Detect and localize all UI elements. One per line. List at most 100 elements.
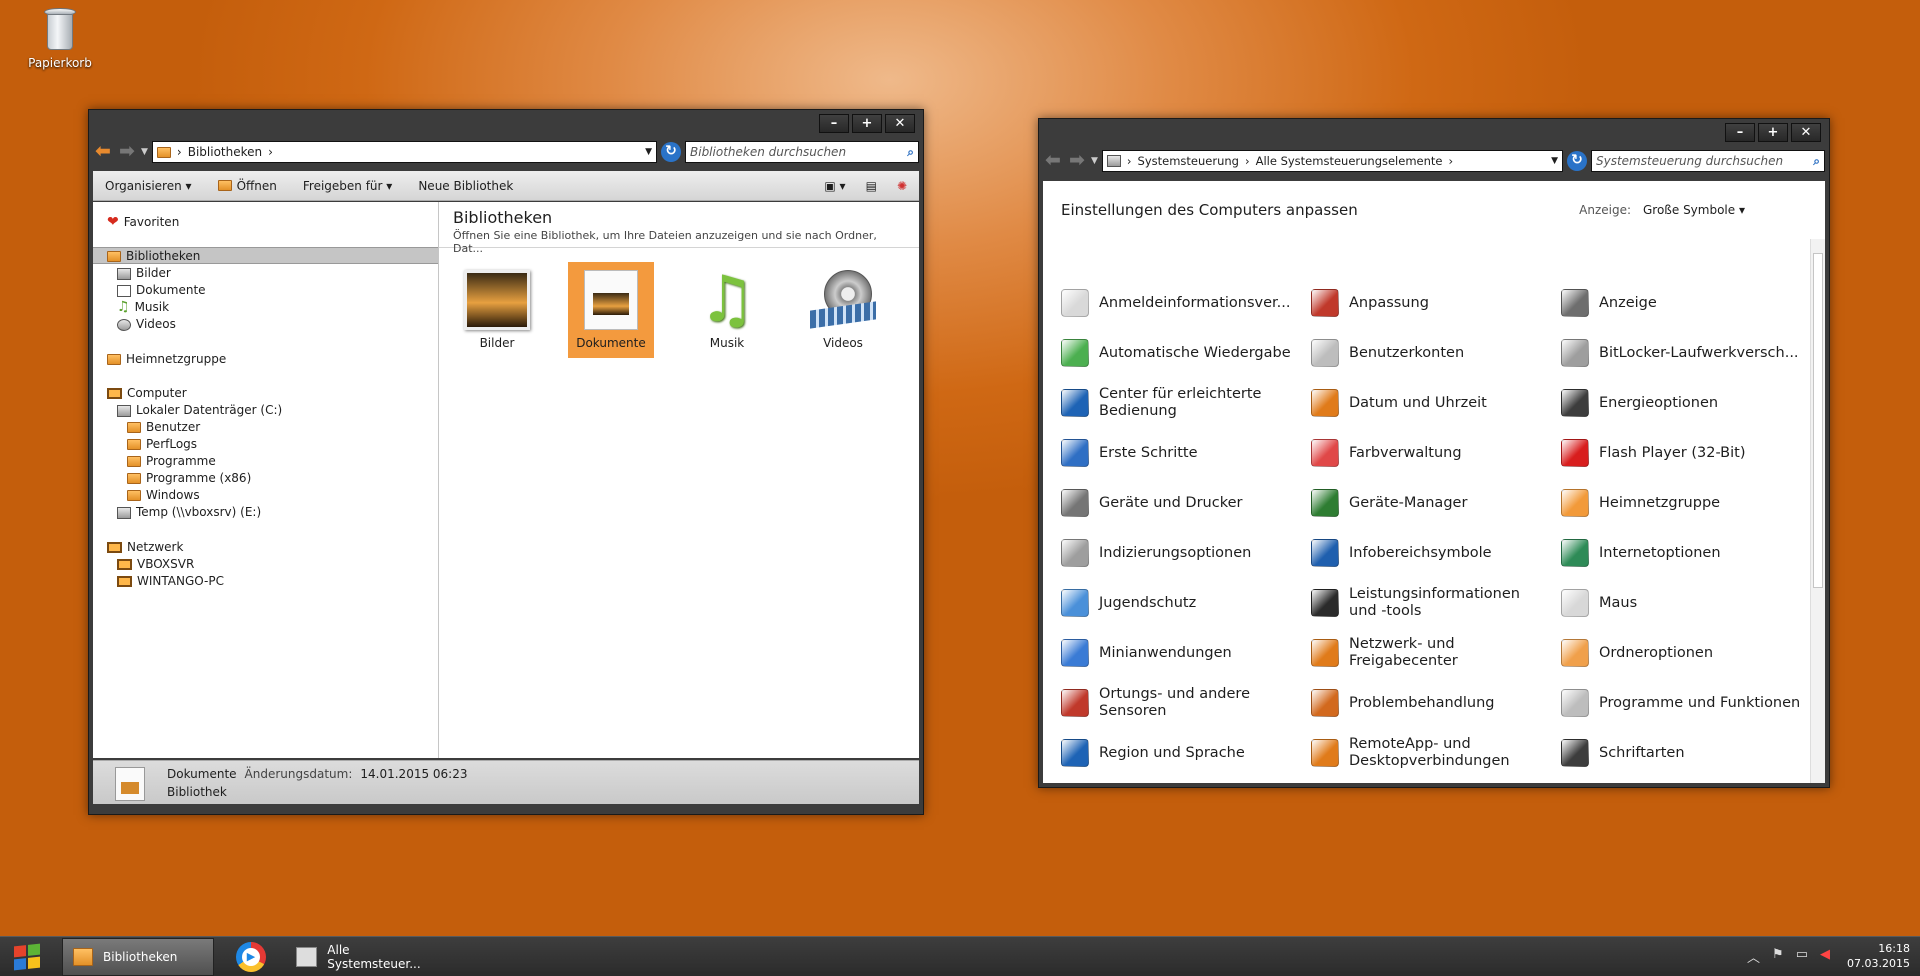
nav-computer[interactable]: Computer	[107, 385, 187, 402]
breadcrumb-separator[interactable]: ›	[1448, 154, 1453, 168]
minimize-button[interactable]: –	[1725, 123, 1755, 142]
nav-favorites[interactable]: ❤ Favoriten	[107, 214, 179, 231]
cp-item[interactable]: Programme und Funktionen	[1561, 681, 1801, 725]
view-dropdown[interactable]: Große Symbole ▾	[1643, 203, 1745, 217]
cp-item[interactable]: Center für erleichterte Bedienung	[1061, 381, 1301, 425]
cp-item[interactable]: BitLocker-Laufwerkversch...	[1561, 331, 1801, 375]
maximize-button[interactable]: +	[852, 114, 882, 133]
cp-item[interactable]: Sichern und	[1061, 781, 1301, 783]
nav-folder[interactable]: Programme (x86)	[127, 470, 251, 487]
cp-item[interactable]: Automatische Wiedergabe	[1061, 331, 1301, 375]
refresh-icon[interactable]: ↻	[1567, 151, 1587, 171]
cp-item[interactable]: Flash Player (32-Bit)	[1561, 431, 1801, 475]
address-bar[interactable]: › Systemsteuerung › Alle Systemsteuerung…	[1101, 150, 1563, 172]
cp-item[interactable]: Ortungs- und andere Sensoren	[1061, 681, 1301, 725]
cp-item[interactable]: Farbverwaltung	[1311, 431, 1551, 475]
cp-item[interactable]: Indizierungsoptionen	[1061, 531, 1301, 575]
nav-host[interactable]: VBOXSVR	[117, 556, 194, 573]
nav-local-disk[interactable]: Lokaler Datenträger (C:)	[117, 402, 282, 419]
maximize-button[interactable]: +	[1758, 123, 1788, 142]
nav-folder[interactable]: Windows	[127, 487, 200, 504]
preview-pane-icon[interactable]: ▤	[866, 179, 877, 193]
cp-item[interactable]: Geräte-Manager	[1311, 481, 1551, 525]
search-input[interactable]: Bibliotheken durchsuchen ⌕	[685, 141, 919, 163]
address-dropdown-icon[interactable]: ▼	[645, 147, 652, 157]
action-center-icon[interactable]: ⚑	[1772, 947, 1784, 966]
forward-arrow-icon[interactable]: ➡	[117, 142, 137, 162]
organize-button[interactable]: Organisieren ▾	[105, 179, 192, 193]
nav-host[interactable]: WINTANGO-PC	[117, 573, 224, 590]
nav-folder[interactable]: Programme	[127, 453, 216, 470]
cp-item[interactable]: Anpassung	[1311, 281, 1551, 325]
nav-pictures[interactable]: Bilder	[117, 265, 171, 282]
nav-documents[interactable]: Dokumente	[117, 282, 206, 299]
forward-arrow-icon[interactable]: ➡	[1067, 151, 1087, 171]
cp-item[interactable]: Minianwendungen	[1061, 631, 1301, 675]
cp-item[interactable]: Energieoptionen	[1561, 381, 1801, 425]
cp-item[interactable]: Erste Schritte	[1061, 431, 1301, 475]
start-button[interactable]	[6, 941, 50, 973]
cp-item[interactable]: Anmeldeinformationsver...	[1061, 281, 1301, 325]
cp-item[interactable]: Schriftarten	[1561, 731, 1801, 775]
cp-item[interactable]: Maus	[1561, 581, 1801, 625]
breadcrumb-libraries[interactable]: Bibliotheken	[188, 145, 262, 159]
cp-item[interactable]: Region und Sprache	[1061, 731, 1301, 775]
cp-item[interactable]: Internetoptionen	[1561, 531, 1801, 575]
recent-pages-chevron-icon[interactable]: ▼	[141, 147, 148, 157]
recycle-bin[interactable]: Papierkorb	[22, 6, 98, 70]
nav-folder[interactable]: Benutzer	[127, 419, 200, 436]
address-bar[interactable]: › Bibliotheken › ▼	[151, 141, 657, 163]
nav-network[interactable]: Netzwerk	[107, 539, 183, 556]
breadcrumb-all-items[interactable]: Alle Systemsteuerungselemente	[1256, 154, 1443, 168]
network-tray-icon[interactable]: ▭	[1796, 947, 1808, 966]
cp-item[interactable]: Datum und Uhrzeit	[1311, 381, 1551, 425]
cp-item[interactable]: Ordneroptionen	[1561, 631, 1801, 675]
nav-folder[interactable]: PerfLogs	[127, 436, 197, 453]
taskbar-button-libraries[interactable]: Bibliotheken	[62, 938, 214, 976]
cp-item[interactable]: Problembehandlung	[1311, 681, 1551, 725]
address-dropdown-icon[interactable]: ▼	[1551, 156, 1558, 166]
close-button[interactable]: ✕	[1791, 123, 1821, 142]
scrollbar-thumb[interactable]	[1813, 253, 1823, 588]
minimize-button[interactable]: –	[819, 114, 849, 133]
cp-item[interactable]: Leistungsinformationen und -tools	[1311, 581, 1551, 625]
library-music[interactable]: ♫ Musik	[684, 262, 770, 358]
search-icon[interactable]: ⌕	[1813, 154, 1820, 169]
nav-videos[interactable]: Videos	[117, 316, 176, 333]
share-button[interactable]: Freigeben für ▾	[303, 179, 392, 193]
nav-libraries[interactable]: Bibliotheken	[107, 248, 200, 265]
nav-temp-drive[interactable]: Temp (\\vboxsrv) (E:)	[117, 504, 261, 521]
clock[interactable]: 16:18 07.03.2015	[1847, 941, 1910, 971]
recent-pages-chevron-icon[interactable]: ▼	[1091, 156, 1098, 166]
cp-item[interactable]: Anzeige	[1561, 281, 1801, 325]
cp-item[interactable]: Netzwerk- und Freigabecenter	[1311, 631, 1551, 675]
cp-item[interactable]: Heimnetzgruppe	[1561, 481, 1801, 525]
breadcrumb-separator[interactable]: ›	[268, 145, 273, 159]
search-input[interactable]: Systemsteuerung durchsuchen ⌕	[1591, 150, 1825, 172]
open-button[interactable]: Öffnen	[217, 179, 277, 193]
view-options-icon[interactable]: ▣ ▾	[824, 179, 845, 193]
volume-muted-icon[interactable]: ◀	[1820, 947, 1830, 966]
new-library-button[interactable]: Neue Bibliothek	[418, 179, 513, 193]
nav-music[interactable]: ♫ Musik	[117, 299, 169, 316]
search-icon[interactable]: ⌕	[907, 145, 914, 160]
back-arrow-icon[interactable]: ⬅	[93, 142, 113, 162]
back-arrow-icon[interactable]: ⬅	[1043, 151, 1063, 171]
library-videos[interactable]: Videos	[800, 262, 886, 358]
taskbar-button-media-player[interactable]: ▶	[220, 938, 282, 976]
cp-item[interactable]: Jugendschutz	[1061, 581, 1301, 625]
nav-homegroup[interactable]: Heimnetzgruppe	[107, 351, 226, 368]
breadcrumb-control-panel[interactable]: Systemsteuerung	[1138, 154, 1239, 168]
cp-item[interactable]: Infobereichsymbole	[1311, 531, 1551, 575]
refresh-icon[interactable]: ↻	[661, 142, 681, 162]
taskbar-button-control-panel[interactable]: Alle Systemsteuer...	[286, 938, 442, 976]
close-button[interactable]: ✕	[885, 114, 915, 133]
help-icon[interactable]: ✺	[897, 179, 907, 193]
breadcrumb-separator[interactable]: ›	[1245, 154, 1250, 168]
cp-item[interactable]: Geräte und Drucker	[1061, 481, 1301, 525]
cp-item[interactable]: Benutzerkonten	[1311, 331, 1551, 375]
library-documents[interactable]: Dokumente	[568, 262, 654, 358]
cp-item[interactable]: RemoteApp- und Desktopverbindungen	[1311, 731, 1551, 775]
library-pictures[interactable]: Bilder	[454, 262, 540, 358]
scrollbar[interactable]	[1810, 239, 1825, 783]
